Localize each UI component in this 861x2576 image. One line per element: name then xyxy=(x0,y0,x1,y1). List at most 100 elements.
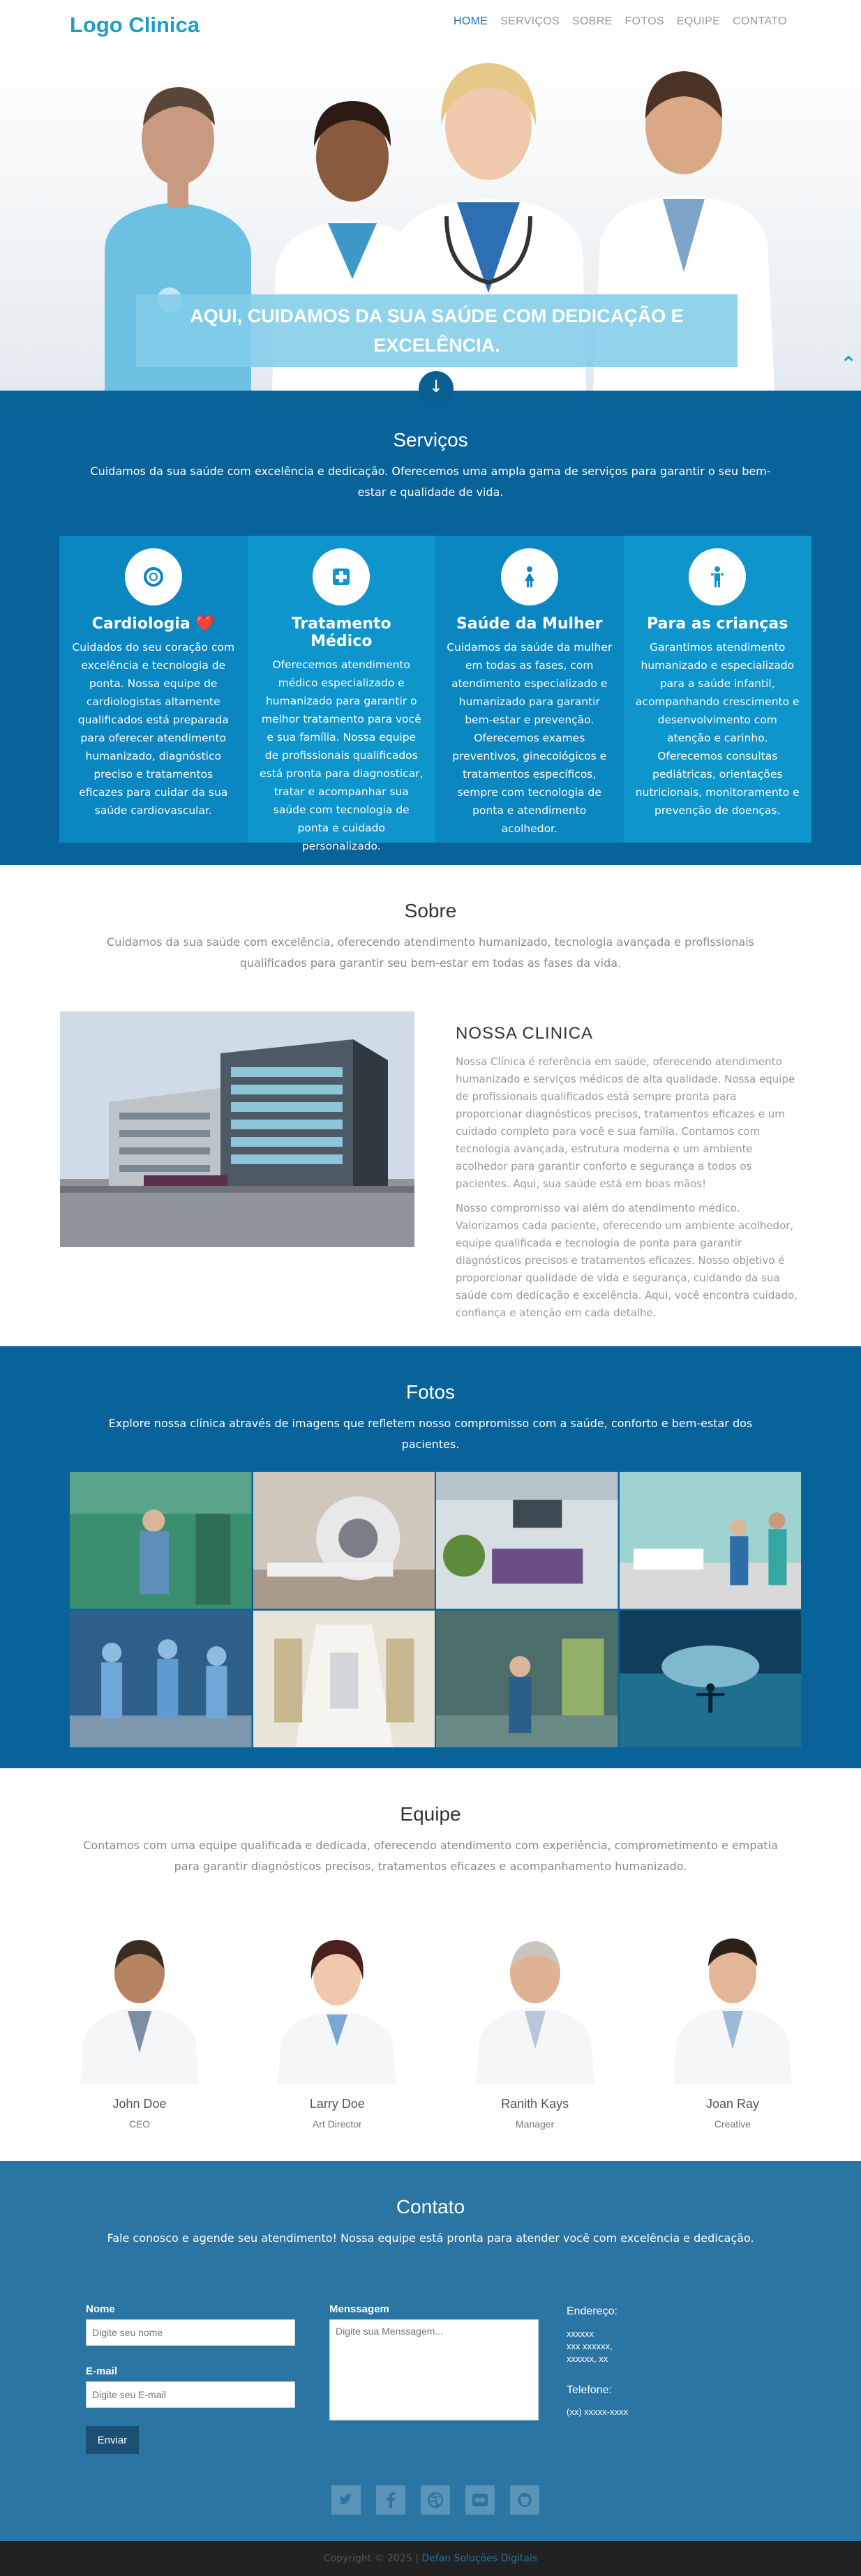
about-subtitle: Cuidamos da sua saúde com excelência, of… xyxy=(107,935,754,970)
footer: Copyright © 2025 | Defan Soluções Digita… xyxy=(0,2541,861,2576)
name-label: Nome xyxy=(86,2303,115,2315)
contact-section: Contato Fale conosco e agende seu atendi… xyxy=(0,2161,861,2541)
services-subtitle: Cuidamos da sua saúde com excelência e d… xyxy=(90,465,771,499)
avatar xyxy=(666,1920,799,2084)
about-paragraph-2: Nosso compromisso vai além do atendiment… xyxy=(456,1202,798,1319)
services-section: Serviços Cuidamos da sua saúde com excel… xyxy=(0,391,861,865)
member-role: Creative xyxy=(714,2118,751,2130)
member-role: Art Director xyxy=(312,2118,362,2130)
about-paragraph-1: Nossa Clínica é referência em saúde, ofe… xyxy=(456,1055,795,1190)
arrow-down-icon: ↓ xyxy=(428,377,444,396)
clinic-building-image xyxy=(60,1011,414,1247)
service-card-tratamento[interactable]: Tratamento Médico Oferecemos atendimento… xyxy=(247,536,435,852)
service-card-mulher[interactable]: Saúde da Mulher Cuidamos da saúde da mul… xyxy=(435,536,624,843)
page: Logo Clinica HOME SERVIÇOS SOBRE FOTOS E… xyxy=(0,0,861,2576)
phone-number: (xx) xxxxx-xxxx xyxy=(567,2406,629,2417)
service-card-text: Cuidados do seu coração com excelência e… xyxy=(72,641,235,817)
scroll-down-button[interactable]: ↓ xyxy=(419,371,454,406)
chevron-up-icon: ⌃ xyxy=(840,352,857,375)
about-title: Sobre xyxy=(404,900,457,921)
gallery-photo[interactable] xyxy=(70,1610,252,1747)
service-card-text: Oferecemos atendimento médico especializ… xyxy=(260,658,424,852)
photo-gallery xyxy=(70,1472,801,1747)
address-line: xxx xxxxxx, xyxy=(567,2341,613,2351)
gallery-photo[interactable] xyxy=(436,1472,618,1609)
photos-subtitle: Explore nossa clínica através de imagens… xyxy=(108,1417,753,1451)
member-role: CEO xyxy=(128,2118,151,2130)
avatar xyxy=(73,1920,206,2084)
nav-sobre[interactable]: SOBRE xyxy=(572,15,613,28)
team-members: John Doe CEO Larry Doe Art Director Rani… xyxy=(73,1920,799,2130)
services-cards: Cardiologia ❤️ Cuidados do seu coração c… xyxy=(59,536,811,852)
company-link[interactable]: Defan Soluções Digitais xyxy=(421,2553,537,2564)
team-member[interactable]: Ranith Kays Manager xyxy=(468,1920,601,2130)
address-line: xxxxxx xyxy=(567,2328,594,2339)
flickr-icon[interactable] xyxy=(465,2485,495,2515)
service-card-title: Para as crianças xyxy=(647,615,788,633)
service-card-title: Tratamento Médico xyxy=(291,615,391,650)
gallery-photo[interactable] xyxy=(436,1610,618,1747)
send-button[interactable]: Enviar xyxy=(86,2426,139,2454)
service-card-text: Garantimos atendimento humanizado e espe… xyxy=(635,641,800,817)
contact-title: Contato xyxy=(396,2196,465,2217)
service-card-criancas[interactable]: Para as crianças Garantimos atendimento … xyxy=(623,536,811,843)
service-card-text: Cuidamos da saúde da mulher em todas as … xyxy=(447,641,613,835)
address-line: xxxxxx, xx xyxy=(567,2353,608,2364)
gallery-photo[interactable] xyxy=(619,1610,801,1747)
lifebuoy-icon xyxy=(124,548,182,605)
message-label: Menssagem xyxy=(329,2303,389,2315)
about-heading: NOSSA CLINICA xyxy=(456,1024,594,1043)
phone-label: Telefone: xyxy=(567,2384,612,2396)
photos-title: Fotos xyxy=(405,1381,456,1403)
about-text-block: NOSSA CLINICA Nossa Clínica é referência… xyxy=(456,1024,804,1329)
team-member[interactable]: John Doe CEO xyxy=(73,1920,206,2130)
copyright-text: Copyright © 2025 | xyxy=(323,2553,419,2564)
service-card-cardiologia[interactable]: Cardiologia ❤️ Cuidados do seu coração c… xyxy=(59,536,248,843)
gallery-photo[interactable] xyxy=(619,1472,801,1609)
address-label: Endereço: xyxy=(567,2305,617,2317)
team-member[interactable]: Joan Ray Creative xyxy=(666,1920,799,2130)
name-input[interactable] xyxy=(86,2319,295,2346)
nav-fotos[interactable]: FOTOS xyxy=(625,15,664,28)
hero-caption: AQUI, CUIDAMOS DA SUA SAÚDE COM DEDICAÇÃ… xyxy=(136,294,738,367)
nav-servicos[interactable]: SERVIÇOS xyxy=(500,15,560,28)
team-title: Equipe xyxy=(400,1803,461,1825)
facebook-icon[interactable] xyxy=(376,2485,405,2515)
member-name: Joan Ray xyxy=(705,2097,759,2111)
message-textarea[interactable] xyxy=(329,2319,539,2420)
dribbble-icon[interactable] xyxy=(421,2485,450,2515)
header: Logo Clinica HOME SERVIÇOS SOBRE FOTOS E… xyxy=(0,0,861,406)
nav-home[interactable]: HOME xyxy=(454,15,488,28)
main-nav: HOME SERVIÇOS SOBRE FOTOS EQUIPE CONTATO xyxy=(454,15,800,28)
nav-contato[interactable]: CONTATO xyxy=(733,15,787,28)
contact-subtitle: Fale conosco e agende seu atendimento! N… xyxy=(107,2231,754,2245)
avatar xyxy=(271,1920,404,2084)
avatar xyxy=(468,1920,601,2084)
social-links xyxy=(331,2485,539,2515)
nav-equipe[interactable]: EQUIPE xyxy=(677,15,720,28)
email-input[interactable] xyxy=(86,2381,295,2408)
gallery-photo[interactable] xyxy=(253,1472,435,1609)
hero-banner: AQUI, CUIDAMOS DA SUA SAÚDE COM DEDICAÇÃ… xyxy=(0,42,861,391)
member-role: Manager xyxy=(516,2118,555,2130)
photos-section: Fotos Explore nossa clínica através de i… xyxy=(0,1346,861,1768)
female-icon xyxy=(500,548,558,605)
twitter-icon[interactable] xyxy=(331,2485,361,2515)
member-name: Ranith Kays xyxy=(501,2097,569,2111)
medical-cross-icon xyxy=(313,548,370,605)
service-card-title: Saúde da Mulher xyxy=(456,615,603,633)
scroll-top-button[interactable]: ⌃ xyxy=(841,352,857,375)
child-icon xyxy=(689,548,747,605)
team-member[interactable]: Larry Doe Art Director xyxy=(271,1920,404,2130)
logo[interactable]: Logo Clinica xyxy=(70,13,200,38)
about-section: Sobre Cuidamos da sua saúde com excelênc… xyxy=(0,865,861,1346)
team-subtitle: Contamos com uma equipe qualificada e de… xyxy=(83,1839,778,1873)
team-section: Equipe Contamos com uma equipe qualifica… xyxy=(0,1768,861,2161)
services-title: Serviços xyxy=(393,429,468,451)
email-label: E-mail xyxy=(86,2365,118,2377)
service-card-title: Cardiologia ❤️ xyxy=(91,615,215,633)
gallery-photo[interactable] xyxy=(253,1610,435,1747)
member-name: John Doe xyxy=(112,2097,167,2111)
gallery-photo[interactable] xyxy=(70,1472,252,1609)
github-icon[interactable] xyxy=(510,2485,539,2515)
